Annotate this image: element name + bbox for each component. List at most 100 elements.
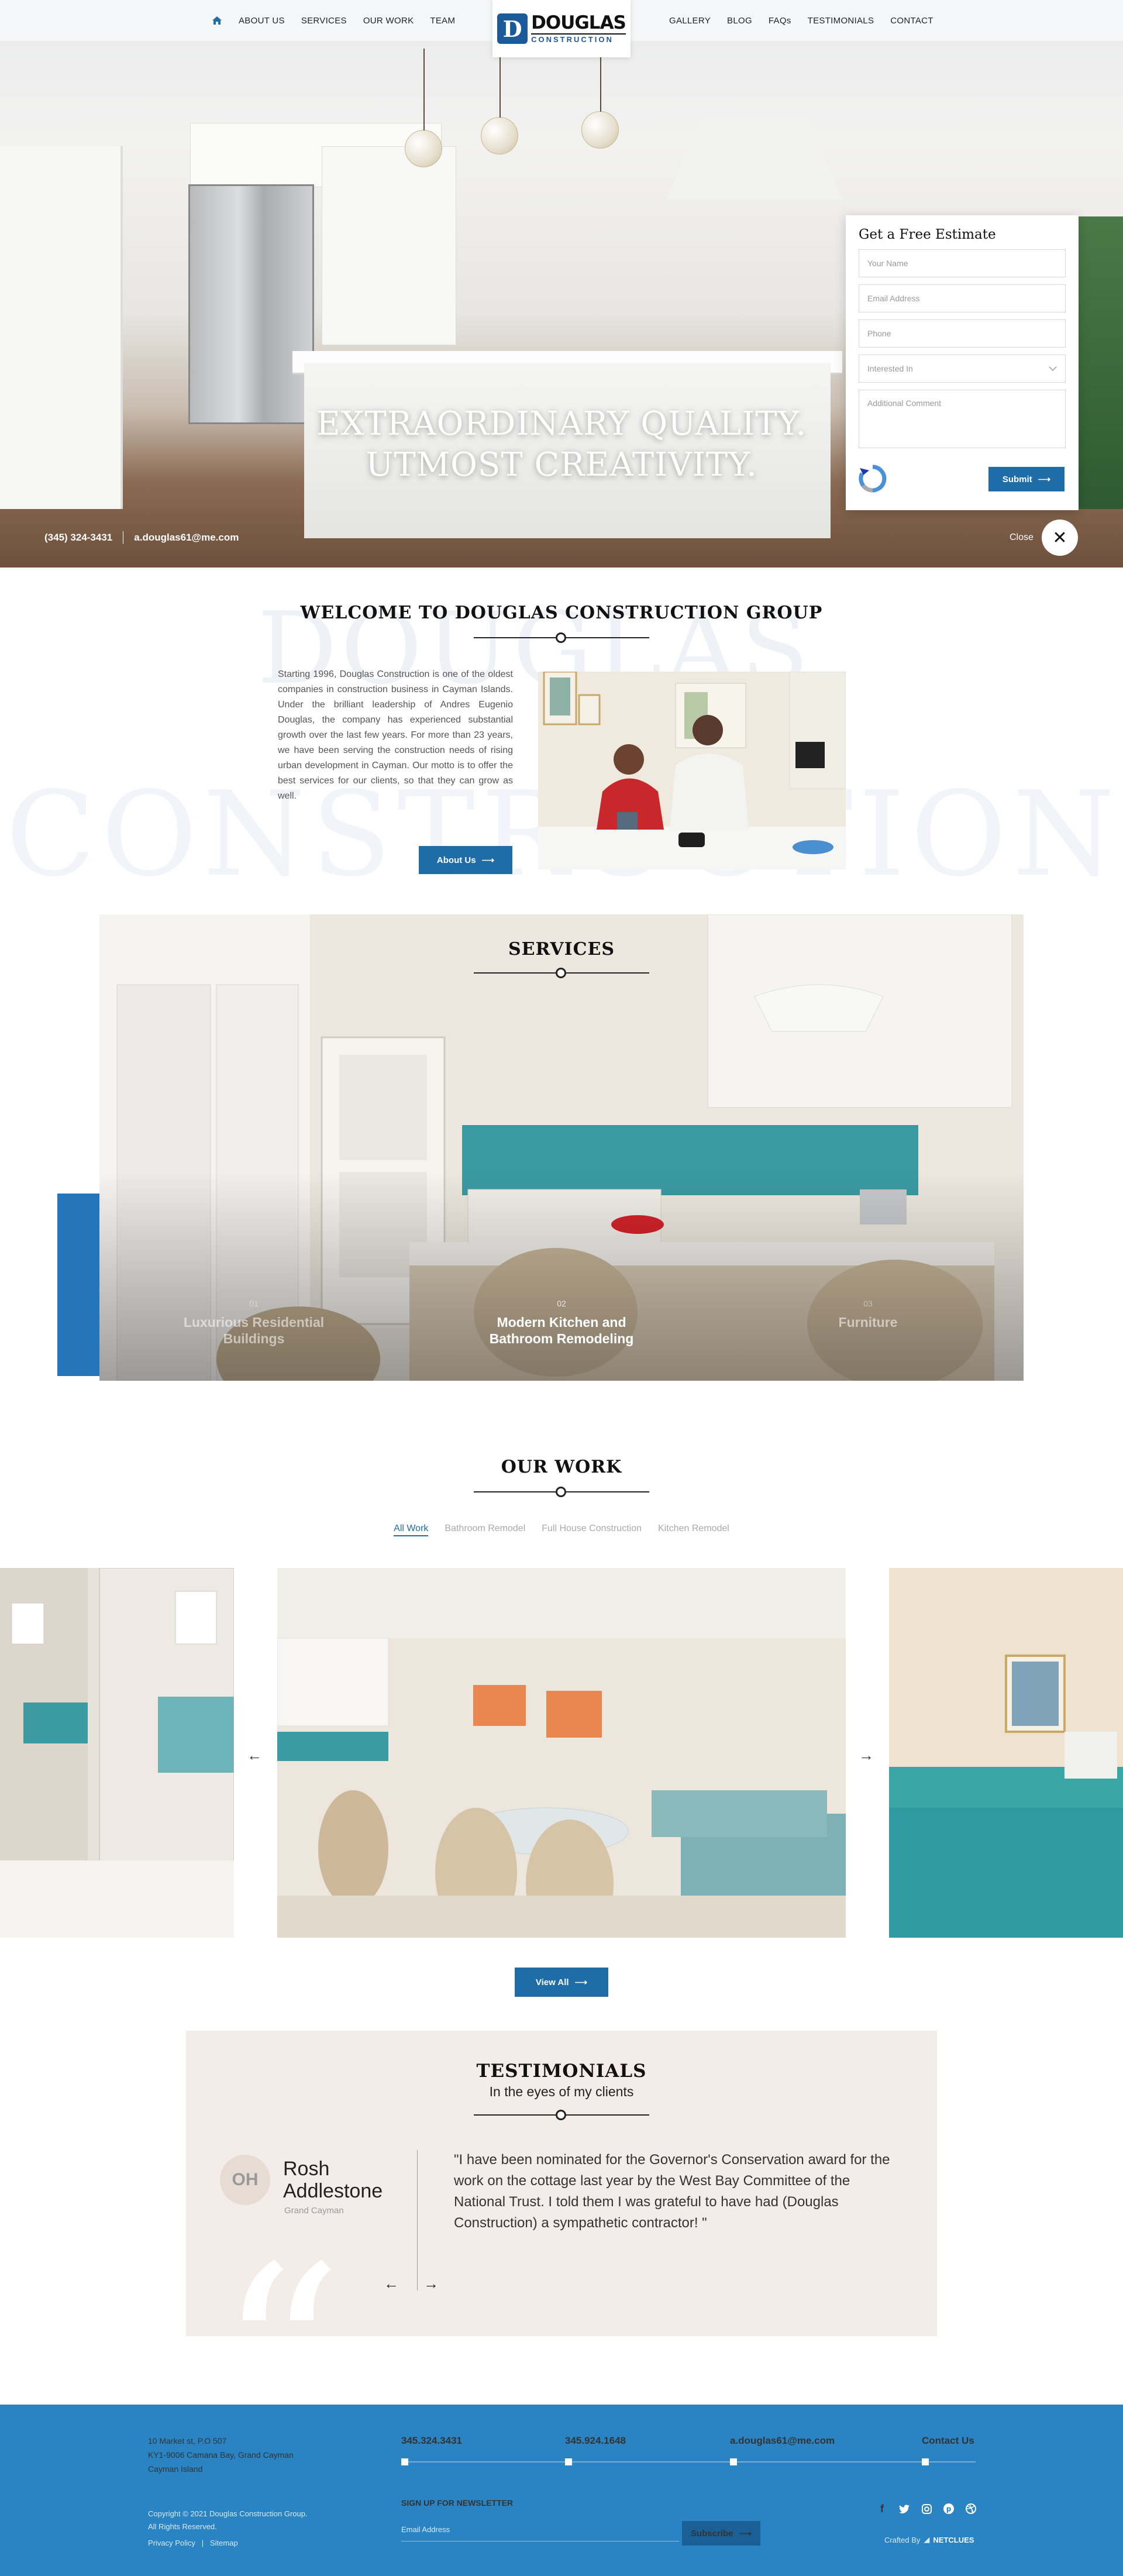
pinterest-icon[interactable]: p [943,2503,955,2515]
link-separator: | [197,2539,208,2547]
dribbble-icon[interactable] [965,2503,977,2515]
author-first-name: Rosh [283,2158,330,2180]
arrow-right-icon: ⟶ [481,855,495,865]
newsletter-email-input[interactable]: Email Address [401,2522,679,2541]
nav-gallery[interactable]: GALLERY [661,16,719,26]
service-name: Modern Kitchen and [497,1315,626,1330]
footer-bullet [565,2458,572,2465]
nav-our-work[interactable]: OUR WORK [355,16,422,26]
testimonial-author: Rosh Addlestone [283,2158,383,2202]
arrow-right-icon: ⟶ [739,2529,752,2539]
recaptcha-icon[interactable] [857,463,888,494]
service-number: 02 [557,1299,566,1308]
name-field[interactable]: Your Name [859,249,1066,277]
interest-select[interactable]: Interested In [859,355,1066,383]
nav-about-us[interactable]: ABOUT US [230,16,293,26]
address-line: 10 Market st, P.O 507 [148,2436,227,2446]
arrow-right-icon[interactable]: → [423,2275,439,2293]
phone-placeholder: Phone [867,329,891,338]
footer-phone-2[interactable]: 345.924.1648 [565,2435,626,2447]
testimonials-subtitle: In the eyes of my clients [489,2084,634,2099]
hero-contact: (345) 324-3431 a.douglas61@me.com [44,531,239,544]
services-title: SERVICES [508,939,615,959]
phone-field[interactable]: Phone [859,319,1066,348]
arrow-left-icon[interactable]: ← [384,2275,399,2293]
avatar: OH [220,2155,270,2205]
about-us-button[interactable]: About Us ⟶ [419,846,512,874]
tab-all-work[interactable]: All Work [394,1523,429,1536]
instagram-icon[interactable] [921,2503,932,2515]
logo-line2: CONSTRUCTION [531,33,626,43]
footer-phone-1[interactable]: 345.324.3431 [401,2435,462,2447]
tab-bathroom-remodel[interactable]: Bathroom Remodel [445,1523,525,1536]
footer-bullet [401,2458,408,2465]
work-slide-bathroom[interactable] [0,1568,234,1938]
nav-contact[interactable]: CONTACT [882,16,941,26]
footer-address: 10 Market st, P.O 507 KY1-9006 Camana Ba… [148,2434,294,2476]
email-field[interactable]: Email Address [859,284,1066,312]
testimonial-divider [417,2150,418,2290]
comment-field[interactable]: Additional Comment [859,390,1066,448]
hero-email-link[interactable]: a.douglas61@me.com [134,532,239,544]
crafted-by-label: Crafted By [884,2535,921,2544]
site-logo[interactable]: D DOUGLAS CONSTRUCTION [492,0,631,57]
twitter-icon[interactable] [898,2503,910,2515]
close-label: Close [1010,532,1034,542]
service-item-active[interactable]: 02 Modern Kitchen and Bathroom Remodelin… [474,1299,649,1347]
tab-kitchen-remodel[interactable]: Kitchen Remodel [658,1523,729,1536]
testimonials-title: TESTIMONIALS [476,2061,647,2082]
arrow-right-icon[interactable]: → [859,1746,874,1765]
social-links: f p [876,2503,977,2515]
nav-services[interactable]: SERVICES [293,16,355,26]
tab-full-house-construction[interactable]: Full House Construction [542,1523,642,1536]
copyright-line: Copyright © 2021 Douglas Construction Gr… [148,2509,308,2518]
work-filter-tabs: All Work Bathroom Remodel Full House Con… [0,1523,1123,1536]
submit-label: Submit [1002,474,1032,484]
arrow-right-icon: ⟶ [574,1977,588,1987]
nav-team[interactable]: TEAM [422,16,463,26]
testimonial-location: Grand Cayman [284,2206,344,2216]
footer-bullet [730,2458,737,2465]
about-text: Starting 1996, Douglas Construction is o… [278,669,513,801]
site-footer [0,2405,1123,2576]
close-control[interactable]: Close ✕ [1010,520,1078,556]
footer-rule [401,2461,976,2462]
footer-email[interactable]: a.douglas61@me.com [730,2435,835,2447]
arrow-left-icon[interactable]: ← [247,1746,262,1765]
home-icon[interactable] [211,14,223,27]
service-item[interactable]: 01 Luxurious Residential Buildings [166,1299,342,1347]
close-icon[interactable]: ✕ [1041,520,1078,556]
submit-button[interactable]: Submit ⟶ [988,467,1065,491]
hero-phone-link[interactable]: (345) 324-3431 [44,532,112,544]
service-name: Luxurious Residential [183,1315,325,1330]
crafted-by-name[interactable]: NETCLUES [933,2536,974,2544]
subscribe-button[interactable]: Subscribe ⟶ [682,2521,760,2546]
nav-blog[interactable]: BLOG [719,16,760,26]
pendant-light [405,49,442,167]
copyright-line: All Rights Reserved. [148,2522,217,2531]
view-all-button[interactable]: View All ⟶ [515,1968,608,1997]
sitemap-link[interactable]: Sitemap [210,2539,238,2547]
nav-testimonials[interactable]: TESTIMONIALS [800,16,883,26]
work-slide-dining[interactable] [277,1568,846,1938]
our-work-title: OUR WORK [501,1457,622,1477]
pendant-light [481,36,518,154]
welcome-title: WELCOME TO DOUGLAS CONSTRUCTION GROUP [300,603,823,623]
address-line: KY1-9006 Camana Bay, Grand Cayman [148,2450,294,2460]
footer-copyright: Copyright © 2021 Douglas Construction Gr… [148,2508,308,2550]
estimate-form: Get a Free Estimate Your Name Email Addr… [846,215,1079,510]
facebook-icon[interactable]: f [876,2503,888,2515]
work-slide-bedroom[interactable] [889,1568,1123,1938]
nav-faqs[interactable]: FAQs [760,16,800,26]
footer-contact-us[interactable]: Contact Us [922,2435,974,2447]
address-line: Cayman Island [148,2464,203,2474]
pendant-light [581,30,619,149]
testimonial-nav: ← → [384,2275,439,2293]
subscribe-label: Subscribe [690,2528,733,2539]
service-item[interactable]: 03 Furniture [780,1299,956,1330]
primary-nav-left: ABOUT US SERVICES OUR WORK TEAM [211,0,463,41]
footer-bullet [922,2458,929,2465]
privacy-policy-link[interactable]: Privacy Policy [148,2539,195,2547]
our-work-divider [474,1486,649,1498]
comment-placeholder: Additional Comment [867,398,942,408]
